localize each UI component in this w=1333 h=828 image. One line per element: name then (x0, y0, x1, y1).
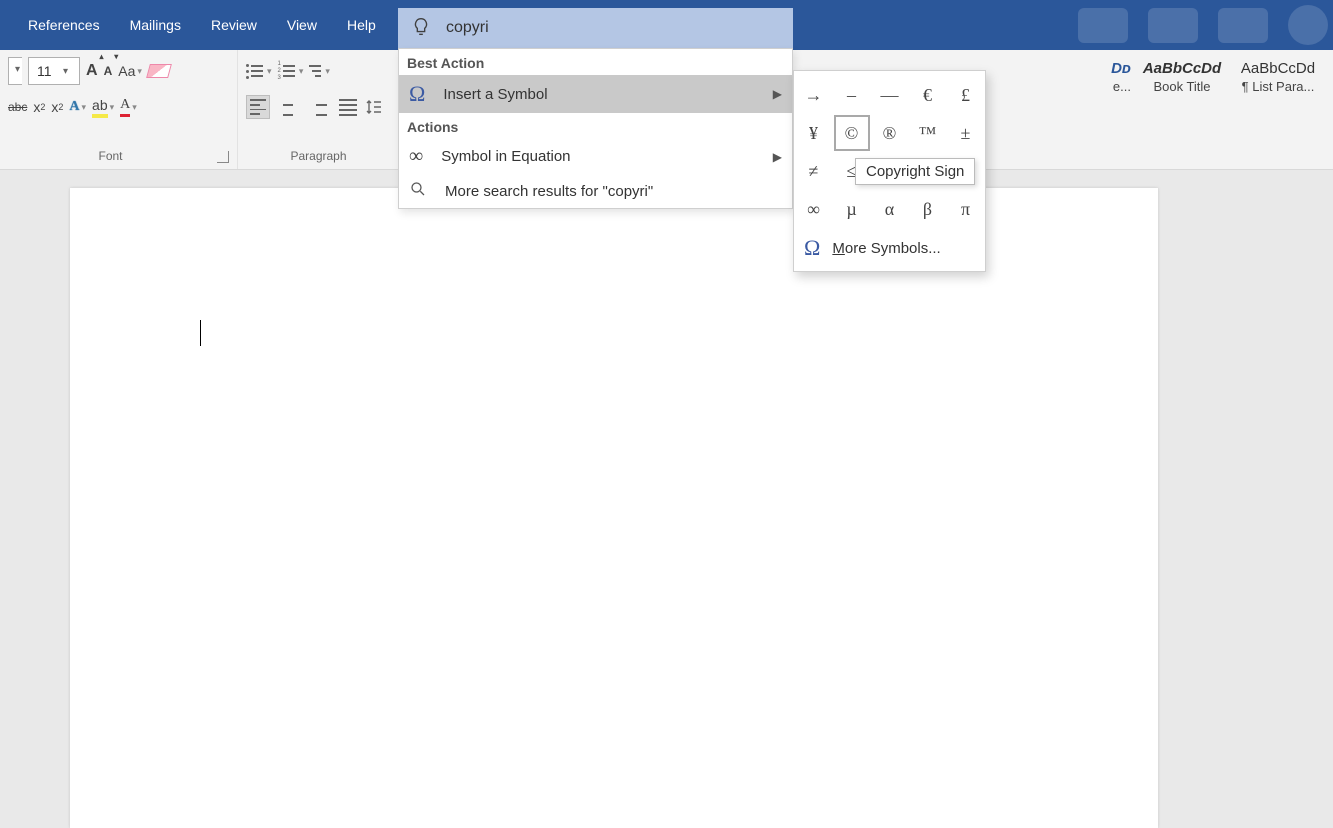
more-results-action[interactable]: More search results for "copyri" (399, 174, 792, 208)
tab-help[interactable]: Help (347, 17, 376, 33)
strikethrough-button[interactable]: abc (8, 92, 27, 122)
chevron-down-icon: ▾ (55, 66, 76, 77)
symbol-beta[interactable]: β (910, 191, 946, 227)
ribbon-tabs: References Mailings Review View Help (0, 17, 376, 33)
tab-view[interactable]: View (287, 17, 317, 33)
symbol-plus-minus[interactable]: ± (948, 115, 984, 151)
symbol-en-dash[interactable]: – (834, 77, 870, 113)
style-item-list-paragraph[interactable]: AaBbCcDd ¶ List Para... (1233, 56, 1323, 94)
symbol-in-equation-action[interactable]: ∞ Symbol in Equation ▶ (399, 139, 792, 174)
titlebar-shape-4 (1288, 5, 1328, 45)
symbol-registered[interactable]: ® (872, 115, 908, 151)
symbol-pi[interactable]: π (948, 191, 984, 227)
text-cursor (200, 320, 201, 346)
font-dialog-launcher[interactable] (217, 151, 229, 163)
superscript-button[interactable]: x2 (51, 92, 63, 122)
font-group: ▾ 11 ▾ A▴ A▾ Aa▾ abc x2 x2 A▾ ab▾ A▾ Fon… (0, 50, 238, 169)
omega-icon: Ω (409, 81, 425, 107)
tell-me-results: Best Action Ω Insert a Symbol ▶ Actions … (398, 48, 793, 209)
text-effects-button[interactable]: A▾ (69, 92, 86, 122)
symbol-alpha[interactable]: α (872, 191, 908, 227)
change-case-button[interactable]: Aa▾ (118, 56, 142, 86)
titlebar-shape-1 (1078, 8, 1128, 43)
more-results-label: More search results for "copyri" (445, 183, 653, 200)
symbol-copyright[interactable]: © (834, 115, 870, 151)
infinity-icon: ∞ (409, 145, 423, 168)
more-symbols-label: More Symbols... (832, 240, 940, 257)
tell-me-search[interactable] (398, 8, 793, 48)
more-symbols-button[interactable]: Ω More Symbols... (798, 227, 981, 267)
align-right-button[interactable] (306, 95, 330, 119)
submenu-arrow-icon: ▶ (773, 150, 782, 164)
omega-icon: Ω (804, 235, 820, 261)
paragraph-group-label: Paragraph (246, 149, 391, 163)
symbol-in-equation-label: Symbol in Equation (441, 148, 570, 165)
symbol-trademark[interactable]: ™ (910, 115, 946, 151)
clear-formatting-button[interactable] (148, 56, 170, 86)
insert-symbol-label: Insert a Symbol (443, 86, 547, 103)
symbol-grid: → – — € £ ¥ © ® ™ ± ≠ ≤ ≥ ÷ × ∞ µ α β π (798, 77, 981, 227)
align-left-button[interactable] (246, 95, 270, 119)
insert-symbol-action[interactable]: Ω Insert a Symbol ▶ (399, 75, 792, 113)
submenu-arrow-icon: ▶ (773, 87, 782, 101)
style-item-1[interactable]: Dᴅ e... (1091, 56, 1131, 94)
decrease-font-button[interactable]: A▾ (104, 56, 113, 86)
style-item-book-title[interactable]: AaBbCcDd Book Title (1137, 56, 1227, 94)
subscript-button[interactable]: x2 (33, 92, 45, 122)
align-center-button[interactable] (276, 95, 300, 119)
tell-me-input[interactable] (446, 19, 793, 37)
titlebar-shape-3 (1218, 8, 1268, 43)
symbol-pound[interactable]: £ (948, 77, 984, 113)
tab-review[interactable]: Review (211, 17, 257, 33)
title-bar: References Mailings Review View Help (0, 0, 1333, 50)
highlight-button[interactable]: ab▾ (92, 92, 114, 122)
symbol-yen[interactable]: ¥ (796, 115, 832, 151)
bullets-button[interactable]: ▾ (246, 56, 272, 86)
symbol-arrow-right[interactable]: → (796, 77, 832, 113)
font-color-button[interactable]: A▾ (120, 92, 137, 122)
tab-references[interactable]: References (28, 17, 100, 33)
line-spacing-button[interactable] (366, 92, 382, 122)
font-name-dropdown[interactable]: ▾ (8, 57, 22, 85)
symbol-em-dash[interactable]: — (872, 77, 908, 113)
eraser-icon (146, 64, 172, 78)
paragraph-group: ▾ 123 ▾ ▾ Paragraph (238, 50, 400, 169)
actions-header: Actions (399, 113, 792, 139)
numbering-button[interactable]: 123 ▾ (278, 56, 304, 86)
best-action-header: Best Action (399, 49, 792, 75)
increase-font-button[interactable]: A▴ (86, 56, 98, 86)
titlebar-shape-2 (1148, 8, 1198, 43)
document-page[interactable] (70, 188, 1158, 828)
symbol-micro[interactable]: µ (834, 191, 870, 227)
multilevel-list-button[interactable]: ▾ (309, 56, 330, 86)
tooltip-copyright-sign: Copyright Sign (855, 158, 975, 185)
align-justify-button[interactable] (336, 95, 360, 119)
tab-mailings[interactable]: Mailings (130, 17, 181, 33)
font-group-label: Font (8, 149, 213, 163)
titlebar-right-icons (1078, 0, 1328, 50)
symbol-not-equal[interactable]: ≠ (796, 153, 832, 189)
symbol-infinity[interactable]: ∞ (796, 191, 832, 227)
styles-group: Dᴅ e... AaBbCcDd Book Title AaBbCcDd ¶ L… (1081, 50, 1333, 100)
lightbulb-icon (410, 16, 432, 41)
symbol-euro[interactable]: € (910, 77, 946, 113)
search-icon (409, 180, 427, 202)
font-size-dropdown[interactable]: 11 ▾ (28, 57, 80, 85)
